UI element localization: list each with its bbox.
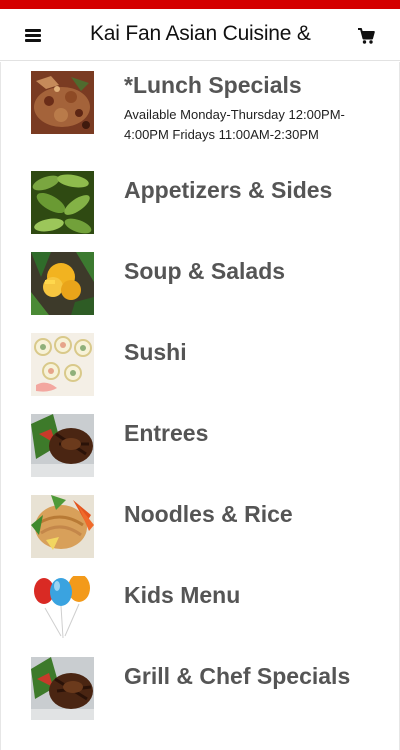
fried-rice-dish-image (31, 71, 94, 134)
category-name: Grill & Chef Specials (124, 663, 351, 689)
category-appetizers-sides[interactable]: Appetizers & Sides (1, 171, 399, 234)
category-name: Soup & Salads (124, 258, 286, 284)
sushi-rolls-image (31, 333, 94, 396)
category-name: Entrees (124, 420, 209, 446)
category-sushi[interactable]: Sushi (1, 333, 399, 396)
category-name: Kids Menu (124, 582, 241, 608)
header: Kai Fan Asian Cuisine & (0, 9, 400, 61)
mango-salad-image (31, 252, 94, 315)
top-accent-bar (0, 0, 400, 9)
category-kids-menu[interactable]: Kids Menu (1, 576, 399, 639)
category-name: Noodles & Rice (124, 501, 293, 527)
hamburger-menu-icon[interactable] (25, 29, 41, 42)
category-grill-chef-specials[interactable]: Grill & Chef Specials (1, 657, 399, 720)
category-entrees[interactable]: Entrees (1, 414, 399, 477)
category-noodles-rice[interactable]: Noodles & Rice (1, 495, 399, 558)
pad-thai-noodles-image (31, 495, 94, 558)
category-list: *Lunch Specials Available Monday-Thursda… (0, 62, 400, 750)
category-soup-salads[interactable]: Soup & Salads (1, 252, 399, 315)
balloons-image (31, 576, 94, 639)
edamame-image (31, 171, 94, 234)
category-name: *Lunch Specials (124, 72, 302, 98)
category-name: Appetizers & Sides (124, 177, 333, 203)
grilled-entree-image (31, 414, 94, 477)
category-description: Available Monday-Thursday 12:00PM-4:00PM… (124, 107, 345, 142)
category-lunch-specials[interactable]: *Lunch Specials Available Monday-Thursda… (1, 70, 399, 152)
page-title: Kai Fan Asian Cuisine & (90, 22, 311, 45)
category-name: Sushi (124, 339, 187, 365)
shopping-cart-icon[interactable] (357, 27, 375, 45)
grilled-meat-plate-image (31, 657, 94, 720)
